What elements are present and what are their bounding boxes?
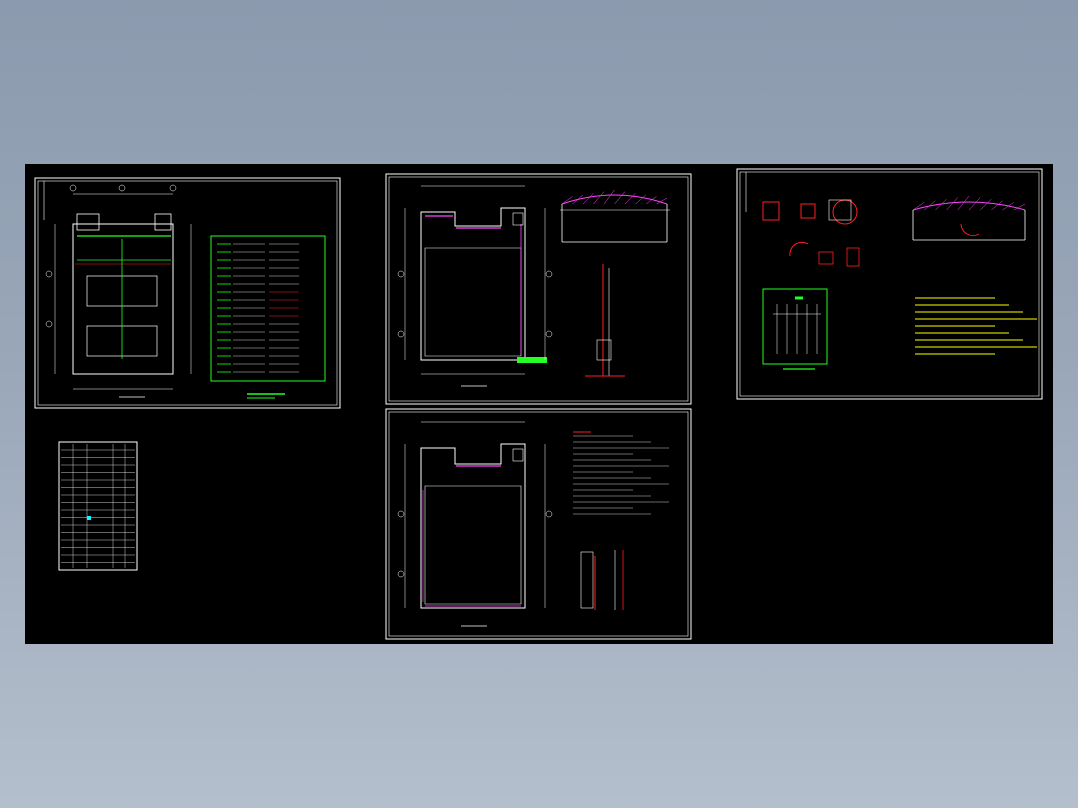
cad-line [624,193,636,205]
cad-line [582,193,594,205]
cad-line [603,189,615,205]
cad-line [614,191,626,205]
cad-line [968,197,981,211]
sheet-details[interactable] [736,168,1043,400]
cad-line [957,195,970,211]
cad-line [561,196,573,205]
drawing-viewport[interactable] [25,164,1053,644]
cad-line [1002,202,1014,211]
cad-line [946,197,958,211]
sheet-material-table[interactable] [58,441,138,571]
sheet-electrical-plan[interactable] [34,177,341,409]
sheet-floor-plan-lower[interactable] [385,408,692,640]
cad-drawing-canvas [34,168,1043,640]
cad-line [991,200,1003,211]
sheet-floor-plan-upper[interactable] [385,173,692,405]
cad-line [980,199,992,211]
cad-line [572,194,584,205]
cad-line [593,191,605,205]
